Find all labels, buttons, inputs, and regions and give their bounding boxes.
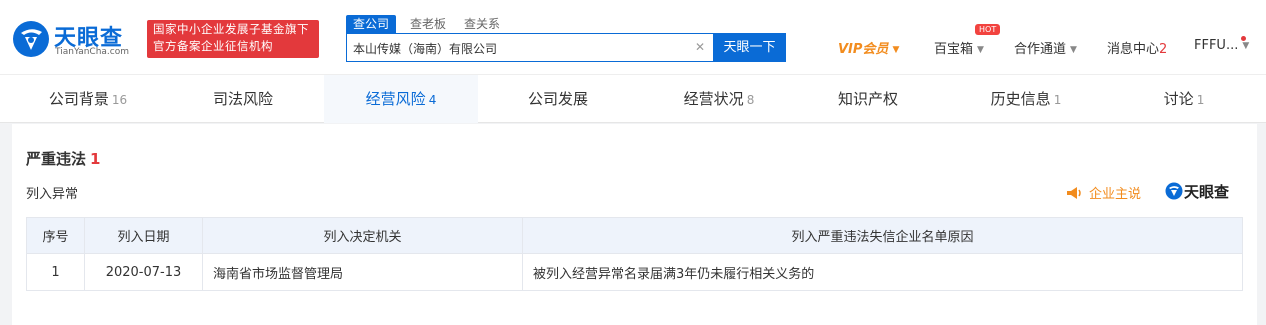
search-tab-relation[interactable]: 查关系 (464, 15, 500, 33)
message-center-label: 消息中心 (1107, 42, 1160, 57)
tab-label: 经营风险 (365, 90, 426, 108)
tab-discussion[interactable]: 讨论 1 (1116, 75, 1252, 123)
tab-label: 历史信息 (990, 90, 1051, 108)
cooperation-label: 合作通道 (1014, 42, 1067, 57)
tab-count: 1 (1196, 93, 1205, 107)
section-subtitle: 列入异常 (26, 187, 79, 202)
tab-count: 4 (428, 93, 437, 107)
hot-badge: HOT (975, 24, 1001, 35)
section-title: 严重违法 1 (26, 148, 100, 169)
vip-label: VIP会员 (838, 42, 889, 57)
treasure-menu[interactable]: 百宝箱 ▼ (934, 38, 984, 57)
table-header-row: 序号 列入日期 列入决定机关 列入严重违法失信企业名单原因 (26, 217, 1243, 254)
violation-table: 序号 列入日期 列入决定机关 列入严重违法失信企业名单原因 1 2020-07-… (26, 217, 1243, 291)
tab-label: 司法风险 (212, 90, 273, 108)
search-input[interactable] (353, 38, 683, 58)
tab-operating-status[interactable]: 经营状况 8 (638, 75, 800, 123)
top-header: 天眼查 TianYanCha.com 国家中小企业发展子基金旗下 官方备案企业征… (0, 0, 1266, 74)
section-title-text: 严重违法 (26, 150, 87, 168)
cell-authority: 海南省市场监督管理局 (202, 253, 523, 291)
owner-speak-label: 企业主说 (1089, 187, 1142, 202)
logo[interactable]: 天眼查 TianYanCha.com (12, 20, 137, 60)
tab-label: 公司发展 (527, 90, 588, 108)
org-badge-line-1: 国家中小企业发展子基金旗下 (153, 22, 309, 36)
tab-history[interactable]: 历史信息 1 (936, 75, 1116, 123)
logo-eye-icon (13, 21, 49, 57)
clear-icon[interactable]: ✕ (695, 40, 705, 54)
cooperation-menu[interactable]: 合作通道 ▼ (1014, 38, 1077, 57)
message-count: 2 (1159, 42, 1168, 57)
column-header-authority: 列入决定机关 (202, 217, 523, 254)
treasure-label: 百宝箱 (934, 42, 974, 57)
logo-eye-icon (1165, 182, 1183, 200)
logo-domain: TianYanCha.com (55, 47, 130, 57)
tab-count: 1 (1053, 93, 1062, 107)
cell-index: 1 (26, 253, 85, 291)
tab-label: 知识产权 (837, 90, 898, 108)
serious-violation-card: 严重违法 1 列入异常 企业主说 天眼查 序号 列入日期 列入决定机关 列入严重违… (12, 124, 1257, 325)
tab-count: 16 (111, 93, 128, 107)
vip-menu[interactable]: VIP会员 ▼ (838, 38, 899, 57)
caret-down-icon: ▼ (1070, 44, 1077, 55)
section-count: 1 (90, 150, 101, 168)
watermark-logo: 天眼查 (1165, 181, 1229, 202)
search-box: ✕ (346, 33, 714, 62)
tab-intellectual-property[interactable]: 知识产权 (800, 75, 936, 123)
tab-operating-risk[interactable]: 经营风险 4 (324, 75, 478, 123)
org-badge-line-2: 官方备案企业征信机构 (153, 39, 273, 53)
notification-dot (1241, 36, 1246, 41)
search-tab-boss[interactable]: 查老板 (410, 15, 446, 33)
search-button[interactable]: 天眼一下 (713, 33, 786, 62)
megaphone-icon (1067, 187, 1081, 199)
owner-speak-link[interactable]: 企业主说 (1066, 183, 1141, 202)
caret-down-icon: ▼ (1242, 40, 1250, 51)
column-header-reason: 列入严重违法失信企业名单原因 (522, 217, 1243, 254)
tab-legal-risk[interactable]: 司法风险 (162, 75, 324, 123)
company-tabs: 公司背景 16 司法风险 经营风险 4 公司发展 经营状况 8 知识产权 历史信息 1 … (0, 74, 1266, 123)
org-badge: 国家中小企业发展子基金旗下 官方备案企业征信机构 (147, 20, 319, 58)
tab-label: 讨论 (1163, 90, 1194, 108)
tab-company-development[interactable]: 公司发展 (478, 75, 638, 123)
cell-date: 2020-07-13 (84, 253, 203, 291)
caret-down-icon: ▼ (892, 44, 900, 55)
watermark-text: 天眼查 (1184, 183, 1230, 201)
tab-label: 公司背景 (48, 90, 109, 108)
tab-count: 8 (746, 93, 755, 107)
message-center[interactable]: 消息中心2 (1107, 38, 1167, 57)
table-row: 1 2020-07-13 海南省市场监督管理局 被列入经营异常名录届满3年仍未履… (26, 253, 1243, 291)
tab-company-background[interactable]: 公司背景 16 (14, 75, 162, 123)
cell-reason: 被列入经营异常名录届满3年仍未履行相关义务的 (522, 253, 1243, 291)
column-header-index: 序号 (26, 217, 85, 254)
column-header-date: 列入日期 (84, 217, 203, 254)
search-tab-company[interactable]: 查公司 (346, 15, 397, 33)
tab-label: 经营状况 (683, 90, 744, 108)
caret-down-icon: ▼ (977, 44, 984, 55)
user-name: FFFU... (1194, 38, 1239, 53)
